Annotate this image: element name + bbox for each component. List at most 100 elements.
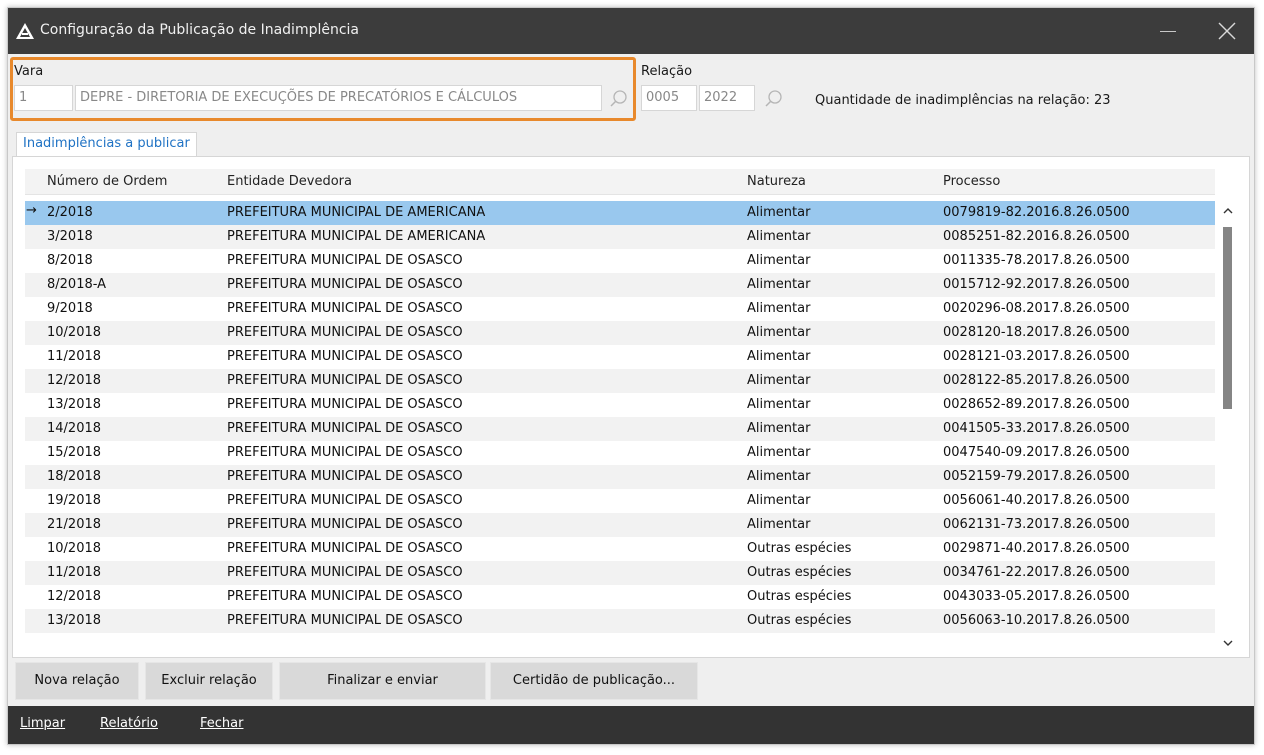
table-row[interactable]: 19/2018 PREFEITURA MUNICIPAL DE OSASCO Ali… [25, 489, 1215, 513]
row-cell-processo: 0041505-33.2017.8.26.0500 [943, 421, 1130, 436]
row-cell-ordem: 12/2018 [47, 373, 102, 388]
table-row[interactable]: 21/2018 PREFEITURA MUNICIPAL DE OSASCO Ali… [25, 513, 1215, 537]
row-cell-processo: 0056061-40.2017.8.26.0500 [943, 493, 1130, 508]
relatorio-label: Relatório [100, 716, 158, 731]
row-cell-entidade: PREFEITURA MUNICIPAL DE OSASCO [227, 349, 463, 364]
grid-panel: Número de Ordem Entidade Devedora Nature… [12, 156, 1250, 658]
table-row[interactable]: 18/2018 PREFEITURA MUNICIPAL DE OSASCO Ali… [25, 465, 1215, 489]
scroll-up-button[interactable] [1219, 201, 1239, 221]
vara-search-button[interactable] [608, 88, 630, 110]
table-row[interactable]: 14/2018 PREFEITURA MUNICIPAL DE OSASCO Ali… [25, 417, 1215, 441]
row-cell-entidade: PREFEITURA MUNICIPAL DE OSASCO [227, 421, 463, 436]
current-row-arrow-icon: → [26, 203, 37, 218]
table-row[interactable]: 11/2018 PREFEITURA MUNICIPAL DE OSASCO Ali… [25, 345, 1215, 369]
row-cell-ordem: 8/2018-A [47, 277, 107, 292]
vara-description-field[interactable]: DEPRE - DIRETORIA DE EXECUÇÕES DE PRECAT… [75, 85, 602, 111]
row-cell-ordem: 13/2018 [47, 397, 102, 412]
tab-inadimplencias[interactable]: Inadimplências a publicar [16, 132, 197, 156]
nova-relacao-button[interactable]: Nova relação [15, 662, 139, 700]
row-cell-processo: 0011335-78.2017.8.26.0500 [943, 253, 1130, 268]
row-cell-ordem: 11/2018 [47, 349, 102, 364]
table-row[interactable]: 10/2018 PREFEITURA MUNICIPAL DE OSASCO Ali… [25, 321, 1215, 345]
column-header-processo[interactable]: Processo [943, 174, 1000, 189]
table-row[interactable]: 9/2018 PREFEITURA MUNICIPAL DE OSASCO Alim… [25, 297, 1215, 321]
search-icon [610, 90, 627, 107]
column-header-entidade[interactable]: Entidade Devedora [227, 174, 352, 189]
row-cell-processo: 0028121-03.2017.8.26.0500 [943, 349, 1130, 364]
app-logo-icon [16, 23, 34, 39]
row-cell-ordem: 13/2018 [47, 613, 102, 628]
row-cell-natureza: Alimentar [747, 397, 811, 412]
table-row[interactable]: 8/2018 PREFEITURA MUNICIPAL DE OSASCO Alim… [25, 249, 1215, 273]
row-cell-ordem: 14/2018 [47, 421, 102, 436]
row-cell-processo: 0085251-82.2016.8.26.0500 [943, 229, 1130, 244]
table-row[interactable]: 15/2018 PREFEITURA MUNICIPAL DE OSASCO Ali… [25, 441, 1215, 465]
finalizar-enviar-button[interactable]: Finalizar e enviar [279, 662, 486, 700]
vertical-scrollbar[interactable] [1219, 201, 1239, 655]
scroll-down-button[interactable] [1219, 633, 1239, 653]
row-cell-entidade: PREFEITURA MUNICIPAL DE OSASCO [227, 517, 463, 532]
certidao-publicacao-button[interactable]: Certidão de publicação... [490, 662, 698, 700]
minimize-button[interactable] [1145, 8, 1191, 54]
row-cell-natureza: Alimentar [747, 229, 811, 244]
row-cell-entidade: PREFEITURA MUNICIPAL DE OSASCO [227, 397, 463, 412]
table-row[interactable]: 11/2018 PREFEITURA MUNICIPAL DE OSASCO Out… [25, 561, 1215, 585]
row-cell-entidade: PREFEITURA MUNICIPAL DE OSASCO [227, 445, 463, 460]
column-header-natureza[interactable]: Natureza [747, 174, 806, 189]
table-row[interactable]: 8/2018-A PREFEITURA MUNICIPAL DE OSASCO Al… [25, 273, 1215, 297]
row-cell-processo: 0020296-08.2017.8.26.0500 [943, 301, 1130, 316]
row-cell-entidade: PREFEITURA MUNICIPAL DE OSASCO [227, 301, 463, 316]
row-cell-entidade: PREFEITURA MUNICIPAL DE OSASCO [227, 469, 463, 484]
limpar-label: Limpar [20, 716, 66, 731]
row-cell-ordem: 3/2018 [47, 229, 93, 244]
row-cell-ordem: 21/2018 [47, 517, 102, 532]
row-cell-entidade: PREFEITURA MUNICIPAL DE OSASCO [227, 253, 463, 268]
table-row[interactable]: → 2/2018 PREFEITURA MUNICIPAL DE AMERICANA… [25, 201, 1215, 225]
row-cell-processo: 0015712-92.2017.8.26.0500 [943, 277, 1130, 292]
relatorio-link[interactable]: Relatório [100, 716, 158, 731]
table-row[interactable]: 13/2018 PREFEITURA MUNICIPAL DE OSASCO Ali… [25, 393, 1215, 417]
close-button[interactable] [1204, 8, 1250, 54]
row-cell-ordem: 8/2018 [47, 253, 93, 268]
table-row[interactable]: 13/2018 PREFEITURA MUNICIPAL DE OSASCO Out… [25, 609, 1215, 633]
table-row[interactable]: 12/2018 PREFEITURA MUNICIPAL DE OSASCO Out… [25, 585, 1215, 609]
relacao-year-field[interactable]: 2022 [699, 85, 755, 111]
row-cell-ordem: 15/2018 [47, 445, 102, 460]
row-cell-entidade: PREFEITURA MUNICIPAL DE OSASCO [227, 589, 463, 604]
limpar-link[interactable]: Limpar [20, 716, 65, 731]
relacao-search-button[interactable] [763, 88, 785, 110]
row-cell-natureza: Alimentar [747, 349, 811, 364]
row-cell-entidade: PREFEITURA MUNICIPAL DE AMERICANA [227, 205, 486, 220]
row-cell-natureza: Alimentar [747, 421, 811, 436]
row-cell-ordem: 10/2018 [47, 325, 102, 340]
fechar-link[interactable]: Fechar [200, 716, 243, 731]
row-cell-ordem: 9/2018 [47, 301, 93, 316]
row-cell-natureza: Alimentar [747, 493, 811, 508]
search-icon [765, 90, 782, 107]
grid-header: Número de Ordem Entidade Devedora Nature… [25, 169, 1215, 195]
row-cell-ordem: 19/2018 [47, 493, 102, 508]
row-cell-processo: 0047540-09.2017.8.26.0500 [943, 445, 1130, 460]
row-cell-natureza: Alimentar [747, 253, 811, 268]
row-cell-processo: 0034761-22.2017.8.26.0500 [943, 565, 1130, 580]
table-row[interactable]: 12/2018 PREFEITURA MUNICIPAL DE OSASCO Ali… [25, 369, 1215, 393]
vara-label: Vara [14, 64, 44, 79]
row-cell-processo: 0029871-40.2017.8.26.0500 [943, 541, 1130, 556]
excluir-relacao-button[interactable]: Excluir relação [145, 662, 273, 700]
row-cell-natureza: Outras espécies [747, 565, 852, 580]
row-cell-natureza: Alimentar [747, 445, 811, 460]
relacao-number-field[interactable]: 0005 [641, 85, 697, 111]
row-cell-ordem: 11/2018 [47, 565, 102, 580]
row-cell-natureza: Alimentar [747, 301, 811, 316]
table-row[interactable]: 10/2018 PREFEITURA MUNICIPAL DE OSASCO Out… [25, 537, 1215, 561]
row-cell-natureza: Outras espécies [747, 589, 852, 604]
vara-code-field[interactable]: 1 [14, 85, 73, 111]
row-cell-entidade: PREFEITURA MUNICIPAL DE AMERICANA [227, 229, 486, 244]
quantity-text: Quantidade de inadimplências na relação:… [815, 93, 1111, 108]
table-row[interactable]: 3/2018 PREFEITURA MUNICIPAL DE AMERICANA A… [25, 225, 1215, 249]
column-header-ordem[interactable]: Número de Ordem [47, 174, 167, 189]
row-cell-processo: 0043033-05.2017.8.26.0500 [943, 589, 1130, 604]
scroll-thumb[interactable] [1223, 227, 1232, 409]
row-cell-processo: 0079819-82.2016.8.26.0500 [943, 205, 1130, 220]
row-cell-entidade: PREFEITURA MUNICIPAL DE OSASCO [227, 541, 463, 556]
